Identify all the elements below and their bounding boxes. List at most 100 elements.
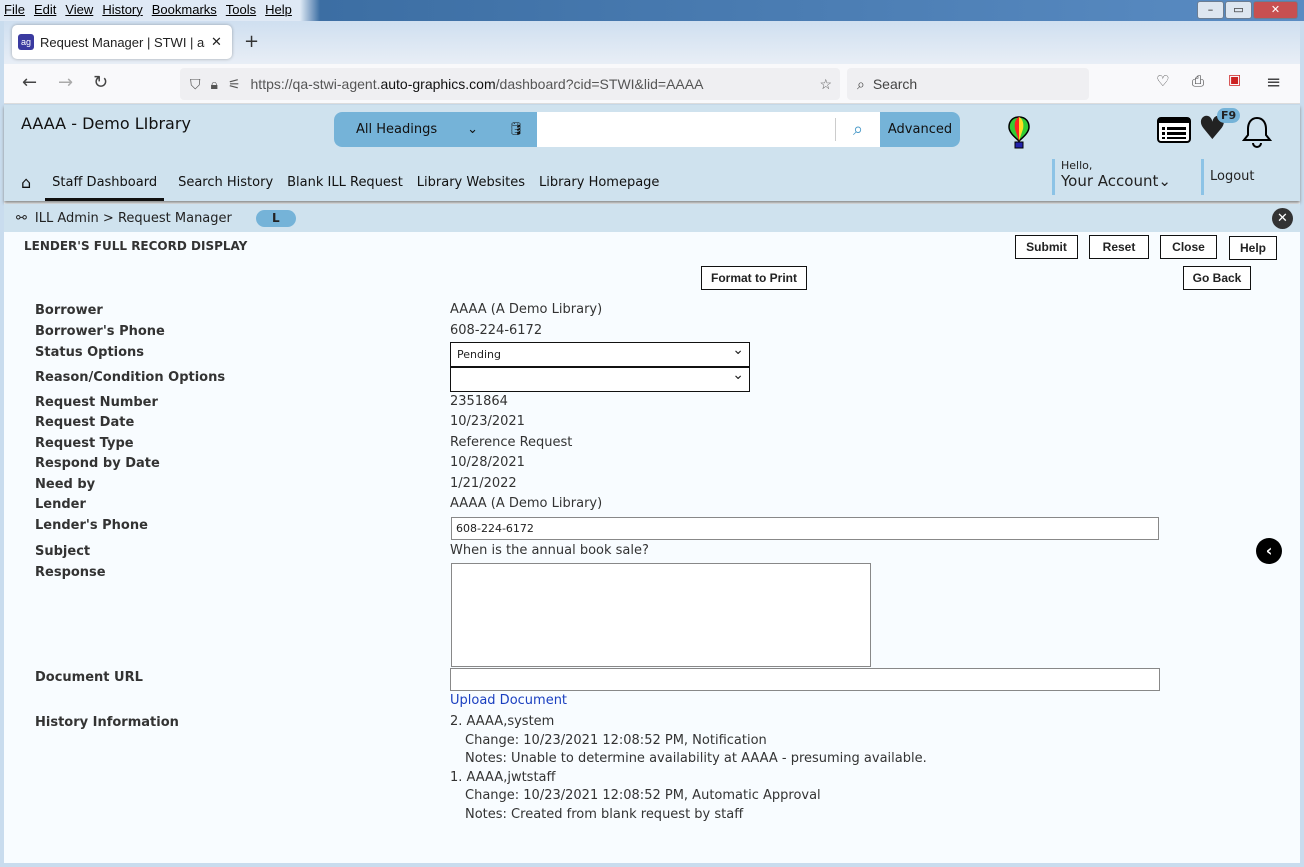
borrower-phone-label: Borrower's Phone <box>35 324 165 339</box>
menu-history[interactable]: History <box>102 2 142 17</box>
respond-by-label: Respond by Date <box>35 456 160 471</box>
search-input[interactable] <box>537 118 836 141</box>
borrower-label: Borrower <box>35 303 103 318</box>
breadcrumb: ⚯ ILL Admin > Request Manager L ✕ <box>4 204 1300 232</box>
upload-document-link[interactable]: Upload Document <box>450 693 567 708</box>
title-bar: File Edit View History Bookmarks Tools H… <box>0 0 1304 21</box>
app-menu-icon[interactable]: ≡ <box>1266 72 1281 93</box>
logout-link[interactable]: Logout <box>1201 159 1255 195</box>
respond-by-value: 10/28/2021 <box>450 455 525 470</box>
response-textarea[interactable] <box>451 563 871 667</box>
document-url-input[interactable] <box>450 668 1160 691</box>
page-title: LENDER'S FULL RECORD DISPLAY <box>24 239 248 253</box>
history-entry-change: Change: 10/23/2021 12:08:52 PM, Notifica… <box>465 732 767 748</box>
account-menu[interactable]: Hello, Your Account⌄ <box>1052 159 1171 195</box>
notification-bell-icon[interactable] <box>1242 115 1272 149</box>
advanced-search-button[interactable]: Advanced <box>880 112 960 147</box>
reload-icon[interactable]: ↻ <box>93 72 108 93</box>
hello-text: Hello, <box>1061 159 1093 172</box>
home-icon[interactable]: ⌂ <box>21 173 31 192</box>
url-bar[interactable]: ⛉ 🔒︎ ⚟ https://qa-stwi-agent.auto-graphi… <box>180 68 840 100</box>
url-text: https://qa-stwi-agent.auto-graphics.com/… <box>250 76 704 92</box>
nav-library-websites[interactable]: Library Websites <box>417 175 525 190</box>
balloon-icon[interactable] <box>1007 115 1031 149</box>
bookmark-star-icon[interactable]: ☆ <box>819 76 832 93</box>
format-to-print-button[interactable]: Format to Print <box>701 266 807 290</box>
close-circle-icon[interactable]: ✕ <box>1272 208 1293 229</box>
request-number-label: Request Number <box>35 395 158 410</box>
tab-bar: ag Request Manager | STWI | aaaa | ✕ + <box>4 21 1300 64</box>
pocket-icon[interactable]: ♡ <box>1156 72 1169 90</box>
reason-options-label: Reason/Condition Options <box>35 370 226 385</box>
history-entry-head: 1. AAAA,jwtstaff <box>450 769 556 785</box>
lender-label: Lender <box>35 497 86 512</box>
search-button[interactable]: ⌕ <box>836 112 880 147</box>
close-button[interactable]: Close <box>1160 235 1217 259</box>
help-button[interactable]: Help <box>1229 236 1277 260</box>
history-entry-notes: Notes: Unable to determine availability … <box>465 751 927 766</box>
account-label: Your Account <box>1061 172 1159 190</box>
nav-staff-dashboard[interactable]: Staff Dashboard <box>45 175 165 201</box>
history-entry-change: Change: 10/23/2021 12:08:52 PM, Automati… <box>465 788 821 803</box>
borrower-value: AAAA (A Demo Library) <box>450 302 603 317</box>
menu-bookmarks[interactable]: Bookmarks <box>152 2 217 17</box>
submit-button[interactable]: Submit <box>1015 235 1078 259</box>
library-name: AAAA - Demo LIbrary <box>21 114 191 133</box>
link-icon: ⚯ <box>16 210 27 226</box>
status-options-select[interactable]: Pending <box>450 339 750 367</box>
browser-tab[interactable]: ag Request Manager | STWI | aaaa | ✕ <box>12 25 232 59</box>
site-header: AAAA - Demo LIbrary All Headings ⌄ 🛢︎ ⌕ Ad… <box>4 105 1300 201</box>
web-page: AAAA - Demo LIbrary All Headings ⌄ 🛢︎ ⌕ Ad… <box>4 105 1300 863</box>
need-by-label: Need by <box>35 477 96 492</box>
history-entry-notes: Notes: Created from blank request by sta… <box>465 806 744 822</box>
browser-search-input[interactable]: ⌕ Search <box>847 68 1089 100</box>
lock-icon: 🔒︎ <box>210 75 218 92</box>
breadcrumb-pill[interactable]: L <box>255 209 296 227</box>
main-nav: ⌂ Staff Dashboard Search History Blank I… <box>21 173 659 201</box>
favorites-badge: F9 <box>1217 108 1241 123</box>
tab-title: Request Manager | STWI | aaaa | <box>40 34 205 50</box>
search-placeholder: Search <box>872 76 918 92</box>
history-entry-head: 2. AAAA,system <box>450 714 555 729</box>
response-label: Response <box>35 565 106 580</box>
extension-icon[interactable]: ▣ <box>1228 72 1241 88</box>
nav-blank-ill-request[interactable]: Blank ILL Request <box>287 175 403 190</box>
database-icon: 🛢︎ <box>508 122 525 137</box>
forward-icon[interactable]: → <box>58 72 73 93</box>
site-favicon-icon: ag <box>18 34 34 50</box>
go-back-button[interactable]: Go Back <box>1183 266 1251 290</box>
tab-close-icon[interactable]: ✕ <box>211 34 222 50</box>
request-date-value: 10/23/2021 <box>450 414 525 429</box>
request-date-label: Request Date <box>35 415 135 430</box>
maximize-button[interactable]: ▭ <box>1225 1 1252 19</box>
lender-phone-label: Lender's Phone <box>35 518 148 533</box>
lender-phone-input[interactable]: 608-224-6172 <box>451 517 1159 540</box>
need-by-value: 1/21/2022 <box>450 476 517 491</box>
menu-bar: File Edit View History Bookmarks Tools H… <box>4 2 292 17</box>
list-icon[interactable] <box>1157 117 1191 143</box>
reason-options-select[interactable] <box>450 364 750 392</box>
breadcrumb-text[interactable]: ILL Admin > Request Manager <box>35 211 232 226</box>
menu-tools[interactable]: Tools <box>226 2 256 17</box>
menu-help[interactable]: Help <box>265 2 292 17</box>
new-tab-button[interactable]: + <box>244 31 259 52</box>
chevron-left-icon[interactable]: ‹ <box>1256 538 1282 564</box>
window-close-button[interactable]: ✕ <box>1253 1 1298 19</box>
menu-view[interactable]: View <box>65 2 93 17</box>
menu-edit[interactable]: Edit <box>34 2 56 17</box>
search-type-select[interactable]: All Headings ⌄ 🛢︎ <box>334 112 537 147</box>
print-icon[interactable]: ⎙ <box>1192 72 1204 90</box>
back-icon[interactable]: ← <box>22 72 37 93</box>
history-label: History Information <box>35 715 179 730</box>
reset-button[interactable]: Reset <box>1089 235 1149 259</box>
search-icon: ⌕ <box>857 75 865 92</box>
minimize-button[interactable]: – <box>1197 1 1224 19</box>
subject-value: When is the annual book sale? <box>450 543 649 558</box>
nav-library-homepage[interactable]: Library Homepage <box>539 175 659 190</box>
request-type-label: Request Type <box>35 436 134 451</box>
menu-file[interactable]: File <box>4 2 25 17</box>
nav-search-history[interactable]: Search History <box>178 175 273 190</box>
document-url-label: Document URL <box>35 670 143 685</box>
request-type-value: Reference Request <box>450 435 573 450</box>
shield-icon: ⛉ <box>190 75 201 92</box>
